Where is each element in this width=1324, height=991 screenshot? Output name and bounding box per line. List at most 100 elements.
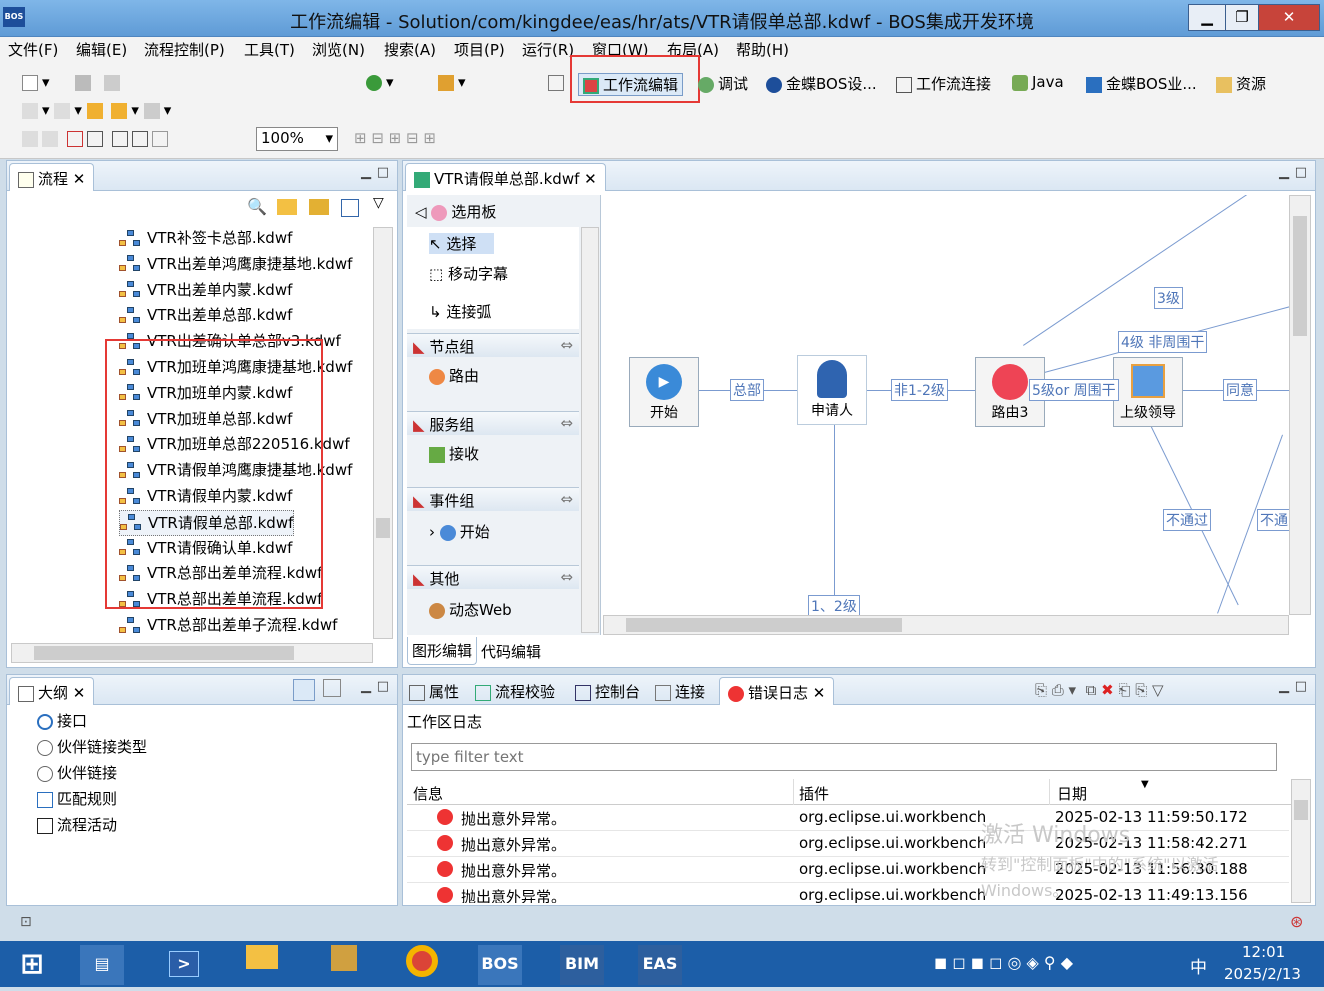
- progress-icon[interactable]: ⊛: [1290, 912, 1303, 931]
- new-icon[interactable]: ▾: [22, 73, 50, 91]
- edge-label[interactable]: 4级 非周围干: [1118, 331, 1208, 353]
- server-manager-icon[interactable]: ▤: [80, 945, 124, 985]
- flow-tree-item[interactable]: VTR总部出差单子流程.kdwf: [119, 613, 337, 639]
- tab-flow[interactable]: 流程 ✕: [9, 163, 95, 191]
- log-vscrollbar[interactable]: [1291, 779, 1311, 903]
- column-message[interactable]: 信息: [413, 783, 443, 804]
- tab-error-log[interactable]: 错误日志 ✕: [719, 677, 835, 705]
- outline-item-interface[interactable]: 接口: [37, 709, 87, 735]
- palette-group-events[interactable]: ◣ 事件组 ⇔: [407, 487, 579, 511]
- tab-properties[interactable]: 属性: [409, 681, 459, 702]
- minimize-log-button[interactable]: ▁: [1279, 679, 1289, 694]
- outline-item-partner-link[interactable]: 伙伴链接: [37, 761, 117, 787]
- tools-icon[interactable]: [322, 945, 366, 985]
- tab-code-edit[interactable]: 代码编辑: [481, 641, 541, 662]
- log-row[interactable]: 抛出意外异常。 org.eclipse.ui.workbench 2025-02-1…: [407, 883, 1289, 903]
- log-toolbar-icons[interactable]: ⎘ ⎙ ▾ ⧉ ✖ ⎗ ⎘ ▽: [1035, 681, 1164, 699]
- outline-item-match-rule[interactable]: 匹配规则: [37, 787, 117, 813]
- menu-browse[interactable]: 浏览(N): [312, 39, 365, 60]
- view-menu-icon[interactable]: ▽: [373, 195, 384, 211]
- maximize-log-button[interactable]: □: [1295, 679, 1307, 694]
- open-folder-icon[interactable]: [309, 199, 329, 215]
- maximize-outline-button[interactable]: □: [377, 679, 389, 694]
- palette-item-start[interactable]: › 开始: [429, 521, 490, 542]
- node-applicant[interactable]: 申请人: [797, 355, 867, 425]
- zoom-select[interactable]: 100% ▾: [256, 127, 338, 151]
- start-icon[interactable]: ⊞: [10, 945, 54, 985]
- bos-app-icon[interactable]: BOS: [478, 945, 522, 985]
- tab-editor-file[interactable]: VTR请假单总部.kdwf ✕: [405, 163, 606, 191]
- chrome-icon[interactable]: [400, 945, 444, 985]
- close-button[interactable]: ✕: [1258, 4, 1320, 31]
- palette-item-dynamic-web[interactable]: 动态Web: [429, 599, 512, 620]
- tab-console[interactable]: 控制台: [575, 681, 640, 702]
- open-perspective-icon[interactable]: [548, 73, 568, 91]
- ime-indicator[interactable]: 中: [1190, 953, 1207, 978]
- edge-label[interactable]: 总部: [730, 379, 764, 401]
- flow-tree-item[interactable]: VTR出差单鸿鹰康捷基地.kdwf: [119, 252, 352, 278]
- column-date[interactable]: 日期: [1057, 783, 1087, 804]
- tab-graphic-edit[interactable]: 图形编辑: [407, 637, 478, 665]
- tab-flow-check[interactable]: 流程校验: [475, 681, 555, 702]
- minimize-outline-button[interactable]: ▁: [361, 679, 371, 694]
- palette-title[interactable]: ◁ 选用板: [415, 201, 496, 222]
- palette-item-receive[interactable]: 接收: [429, 443, 479, 464]
- palette-group-services[interactable]: ◣ 服务组 ⇔: [407, 411, 579, 435]
- print-icon[interactable]: [104, 73, 124, 91]
- file-explorer-icon[interactable]: [240, 945, 284, 985]
- tool-marquee[interactable]: ⬚ 移动字幕: [429, 263, 508, 284]
- tree-hscrollbar[interactable]: [11, 643, 373, 663]
- filter-input[interactable]: [411, 743, 1277, 771]
- palette-group-other[interactable]: ◣ 其他 ⇔: [407, 565, 579, 589]
- sync-icon[interactable]: [341, 199, 359, 217]
- edge-label[interactable]: 5级or 周围干: [1029, 379, 1119, 401]
- edge-label[interactable]: 同意: [1223, 379, 1257, 401]
- perspective-bos-business[interactable]: 金蝶BOS业...: [1086, 73, 1197, 94]
- tool-connect-arc[interactable]: ↳ 连接弧: [429, 301, 491, 322]
- workflow-canvas[interactable]: ▶ 开始 申请人 路由3 上级领导 总部 非1-2级 5级or 周围干 3级 4级…: [603, 195, 1289, 615]
- palette-scrollbar[interactable]: [581, 227, 599, 633]
- palette-item-route[interactable]: 路由: [429, 365, 479, 386]
- perspective-resource[interactable]: 资源: [1216, 73, 1266, 94]
- clock-date[interactable]: 2025/2/13: [1224, 965, 1301, 983]
- chart-view-icon[interactable]: [323, 679, 341, 697]
- menu-file[interactable]: 文件(F): [8, 39, 58, 60]
- folder-icon[interactable]: [277, 199, 297, 215]
- menu-project[interactable]: 项目(P): [454, 39, 505, 60]
- minimize-button[interactable]: ▁: [1188, 4, 1226, 31]
- flow-tree-item[interactable]: VTR补签卡总部.kdwf: [119, 226, 292, 252]
- minimize-panel-button[interactable]: ▁: [361, 165, 371, 180]
- bim-app-icon[interactable]: BIM: [560, 945, 604, 985]
- perspective-bos-design[interactable]: 金蝶BOS设...: [766, 73, 877, 94]
- maximize-panel-button[interactable]: □: [377, 165, 389, 180]
- outline-item-flow-activity[interactable]: 流程活动: [37, 813, 117, 839]
- tree-vscrollbar[interactable]: [373, 227, 393, 639]
- flow-tree-item[interactable]: VTR出差单内蒙.kdwf: [119, 278, 292, 304]
- tool-icon[interactable]: ▾: [438, 73, 466, 91]
- node-start[interactable]: ▶ 开始: [629, 357, 699, 427]
- menu-edit[interactable]: 编辑(E): [76, 39, 127, 60]
- edit-tools-icon[interactable]: [22, 129, 172, 147]
- clock-time[interactable]: 12:01: [1242, 943, 1285, 961]
- nav-back-icon[interactable]: ▾ ▾ ▾ ▾: [22, 101, 171, 119]
- minimize-editor-button[interactable]: ▁: [1279, 165, 1289, 180]
- restore-button[interactable]: ❐: [1225, 4, 1259, 31]
- menu-tools[interactable]: 工具(T): [244, 39, 295, 60]
- menu-help[interactable]: 帮助(H): [736, 39, 789, 60]
- eas-app-icon[interactable]: EAS: [638, 945, 682, 985]
- menu-flow-control[interactable]: 流程控制(P): [144, 39, 225, 60]
- align-icon[interactable]: ⊞ ⊟ ⊞ ⊟ ⊞: [354, 129, 436, 147]
- edge-label[interactable]: 不通: [1257, 509, 1289, 531]
- canvas-vscrollbar[interactable]: [1289, 195, 1311, 615]
- powershell-icon[interactable]: >: [162, 945, 206, 985]
- tab-connection[interactable]: 连接: [655, 681, 705, 702]
- node-superior[interactable]: 上级领导: [1113, 357, 1183, 427]
- column-plugin[interactable]: 插件: [799, 783, 829, 804]
- perspective-workflow-connect[interactable]: 工作流连接: [896, 73, 991, 94]
- tree-view-icon[interactable]: [293, 679, 315, 701]
- maximize-editor-button[interactable]: □: [1295, 165, 1307, 180]
- menu-run[interactable]: 运行(R): [522, 39, 574, 60]
- menu-search[interactable]: 搜索(A): [384, 39, 436, 60]
- tab-outline[interactable]: 大纲 ✕: [9, 677, 95, 705]
- tool-select[interactable]: ↖ 选择: [429, 233, 495, 254]
